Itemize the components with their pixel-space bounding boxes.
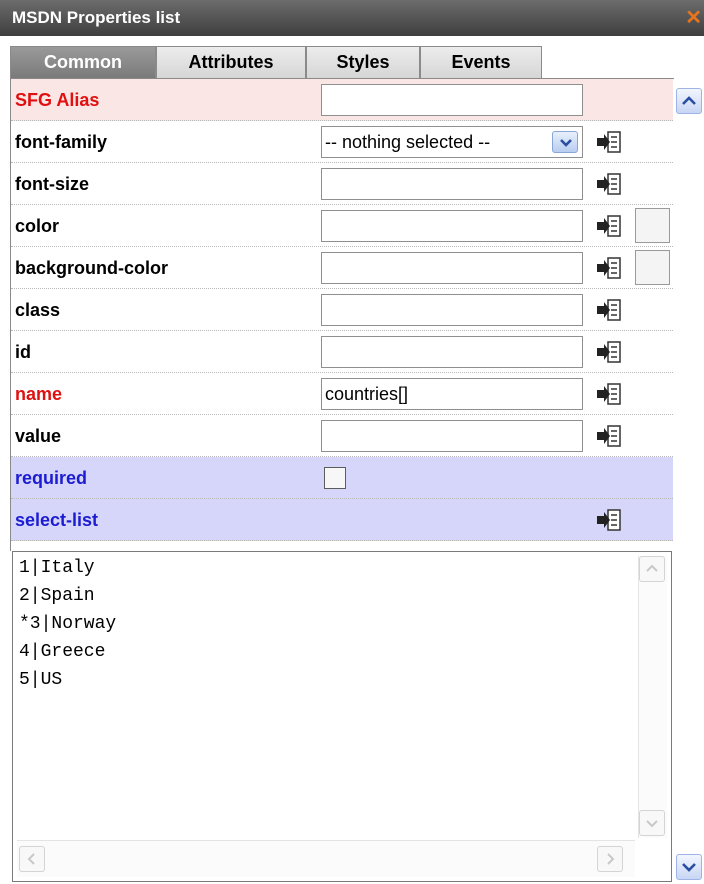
tab-styles[interactable]: Styles	[306, 46, 420, 78]
inherit-icon[interactable]	[596, 424, 622, 448]
color-input[interactable]	[321, 210, 583, 242]
property-row-select-list: select-list	[11, 499, 673, 541]
tab-events[interactable]: Events	[420, 46, 542, 78]
property-label: SFG Alias	[15, 90, 100, 110]
window-titlebar: MSDN Properties list ✕	[0, 0, 704, 36]
tab-attributes[interactable]: Attributes	[156, 46, 306, 78]
class-input[interactable]	[321, 294, 583, 326]
property-row-font-size: font-size	[11, 163, 673, 205]
property-label: class	[15, 300, 61, 320]
inherit-icon[interactable]	[596, 172, 622, 196]
select-list-line: 1|Italy	[19, 558, 95, 578]
scroll-down-icon[interactable]	[639, 810, 665, 836]
color-swatch[interactable]	[635, 208, 670, 243]
inherit-icon[interactable]	[596, 214, 622, 238]
inherit-icon[interactable]	[596, 340, 622, 364]
property-label: id	[15, 342, 31, 362]
name-input[interactable]: countries[]	[321, 378, 583, 410]
select-list-textarea[interactable]: 1|Italy 2|Spain *3|Norway 4|Greece 5|US	[12, 551, 672, 882]
inherit-icon[interactable]	[596, 256, 622, 280]
sfg-alias-input[interactable]	[321, 84, 583, 116]
font-family-select[interactable]: -- nothing selected --	[321, 126, 583, 158]
properties-scrollbar[interactable]	[674, 78, 704, 883]
property-row-id: id	[11, 331, 673, 373]
property-row-class: class	[11, 289, 673, 331]
background-color-swatch[interactable]	[635, 250, 670, 285]
property-row-value: value	[11, 415, 673, 457]
chevron-down-icon[interactable]	[552, 131, 578, 153]
close-icon[interactable]: ✕	[685, 0, 702, 36]
property-label: font-family	[15, 132, 107, 152]
scroll-right-icon[interactable]	[597, 846, 623, 872]
tab-common[interactable]: Common	[10, 46, 156, 78]
font-size-input[interactable]	[321, 168, 583, 200]
id-input[interactable]	[321, 336, 583, 368]
inherit-icon[interactable]	[596, 508, 622, 532]
scroll-up-icon[interactable]	[639, 556, 665, 582]
property-row-background-color: background-color	[11, 247, 673, 289]
property-row-sfg-alias: SFG Alias	[11, 79, 673, 121]
property-label: select-list	[15, 510, 99, 530]
property-row-font-family: font-family -- nothing selected --	[11, 121, 673, 163]
property-row-color: color	[11, 205, 673, 247]
select-list-line: 5|US	[19, 670, 63, 690]
property-label: background-color	[15, 258, 169, 278]
inherit-icon[interactable]	[596, 298, 622, 322]
window-title: MSDN Properties list	[12, 8, 181, 27]
font-family-selected-value: -- nothing selected --	[325, 132, 491, 152]
property-label: value	[15, 426, 62, 446]
scroll-down-icon[interactable]	[676, 854, 702, 880]
select-list-line: *3|Norway	[19, 614, 117, 634]
value-input[interactable]	[321, 420, 583, 452]
textarea-horizontal-scrollbar[interactable]	[17, 840, 635, 877]
property-label: color	[15, 216, 60, 236]
tab-bar: Common Attributes Styles Events	[10, 46, 704, 78]
property-row-required: required	[11, 457, 673, 499]
background-color-input[interactable]	[321, 252, 583, 284]
property-label: font-size	[15, 174, 89, 194]
property-grid: SFG Alias font-family -- nothing selecte…	[10, 78, 674, 551]
property-row-name: name countries[]	[11, 373, 673, 415]
select-list-line: 2|Spain	[19, 586, 95, 606]
select-list-line: 4|Greece	[19, 642, 106, 662]
textarea-vertical-scrollbar[interactable]	[638, 556, 667, 838]
property-label: required	[15, 468, 88, 488]
inherit-icon[interactable]	[596, 130, 622, 154]
scroll-left-icon[interactable]	[19, 846, 45, 872]
property-label: name	[15, 384, 63, 404]
inherit-icon[interactable]	[596, 382, 622, 406]
required-checkbox[interactable]	[324, 467, 346, 489]
scroll-up-icon[interactable]	[676, 88, 702, 114]
